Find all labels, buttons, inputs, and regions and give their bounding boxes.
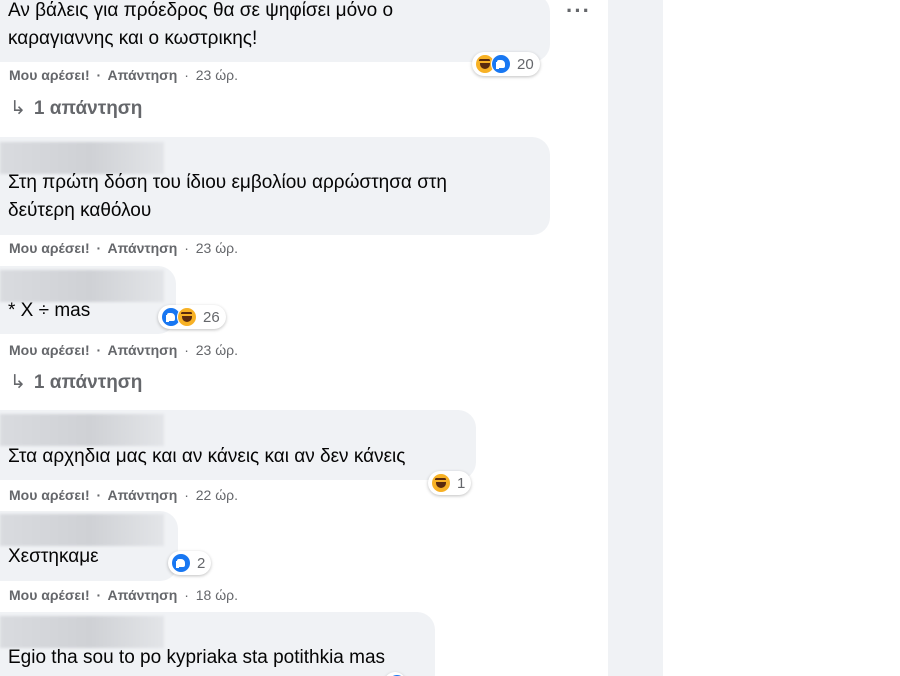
more-options-icon[interactable]: ··· (566, 0, 591, 22)
reply-arrow-icon: ↳ (10, 372, 26, 393)
blurred-author-name (0, 514, 164, 546)
comment-actions: Μου αρέσει! · Απάντηση · 22 ώρ. (9, 487, 239, 503)
like-link[interactable]: Μου αρέσει! (9, 67, 90, 83)
reply-arrow-icon: ↳ (10, 98, 26, 119)
comment-actions: Μου αρέσει! · Απάντηση · 18 ώρ. (9, 587, 239, 603)
comment-time[interactable]: 22 ώρ. (196, 487, 238, 503)
blurred-author-name (0, 142, 164, 174)
blurred-author-name (0, 616, 164, 648)
reply-link[interactable]: Απάντηση (108, 67, 178, 83)
comment-time[interactable]: 23 ώρ. (196, 67, 238, 83)
comment-text: * X ÷ mas (8, 300, 91, 321)
comment-text: Αν βάλεις για πρόεδρος θα σε ψηφίσει μόν… (8, 0, 394, 21)
comment-actions: Μου αρέσει! · Απάντηση · 23 ώρ. (9, 240, 239, 256)
reply-link[interactable]: Απάντηση (108, 342, 178, 358)
haha-icon (431, 473, 451, 493)
like-icon (171, 553, 191, 573)
reaction-count: 1 (457, 474, 466, 492)
comment-time[interactable]: 23 ώρ. (196, 240, 238, 256)
reaction-summary[interactable]: 1 (428, 471, 472, 495)
like-link[interactable]: Μου αρέσει! (9, 240, 90, 256)
reaction-summary[interactable]: 26 (158, 305, 226, 329)
view-replies-link[interactable]: ↳ 1 απάντηση (10, 97, 142, 120)
comment-text: καραγιαννης και ο κωστρικης! (8, 28, 258, 49)
comments-feed: Αν βάλεις για πρόεδρος θα σε ψηφίσει μόν… (0, 0, 608, 676)
comment-text: Στα αρχηδια μας και αν κάνεις και αν δεν… (8, 446, 406, 467)
comment-time[interactable]: 23 ώρ. (196, 342, 238, 358)
haha-icon (177, 307, 197, 327)
comment-text: δεύτερη καθόλου (8, 200, 152, 221)
comment-text: Στη πρώτη δόση του ίδιου εμβολίου αρρώστ… (8, 172, 447, 193)
comment-actions: Μου αρέσει! · Απάντηση · 23 ώρ. (9, 67, 239, 83)
page-side-divider (608, 0, 663, 676)
reaction-summary[interactable]: 2 (168, 551, 212, 575)
like-icon (491, 54, 511, 74)
reaction-summary[interactable]: 20 (472, 52, 540, 76)
reaction-count: 26 (203, 308, 220, 326)
comment-text: Egio tha sou to po kypriaka sta potithki… (8, 647, 386, 668)
reaction-count: 2 (197, 554, 206, 572)
reply-link[interactable]: Απάντηση (108, 240, 178, 256)
blurred-author-name (0, 270, 164, 302)
blurred-author-name (0, 414, 164, 446)
like-link[interactable]: Μου αρέσει! (9, 587, 90, 603)
comment-text: Χεστηκαμε (8, 546, 99, 567)
view-replies-link[interactable]: ↳ 1 απάντηση (10, 371, 142, 394)
reply-link[interactable]: Απάντηση (108, 587, 178, 603)
reaction-count: 20 (517, 55, 534, 73)
reply-link[interactable]: Απάντηση (108, 487, 178, 503)
like-link[interactable]: Μου αρέσει! (9, 487, 90, 503)
comment-time[interactable]: 18 ώρ. (196, 587, 238, 603)
like-link[interactable]: Μου αρέσει! (9, 342, 90, 358)
comment-actions: Μου αρέσει! · Απάντηση · 23 ώρ. (9, 342, 239, 358)
